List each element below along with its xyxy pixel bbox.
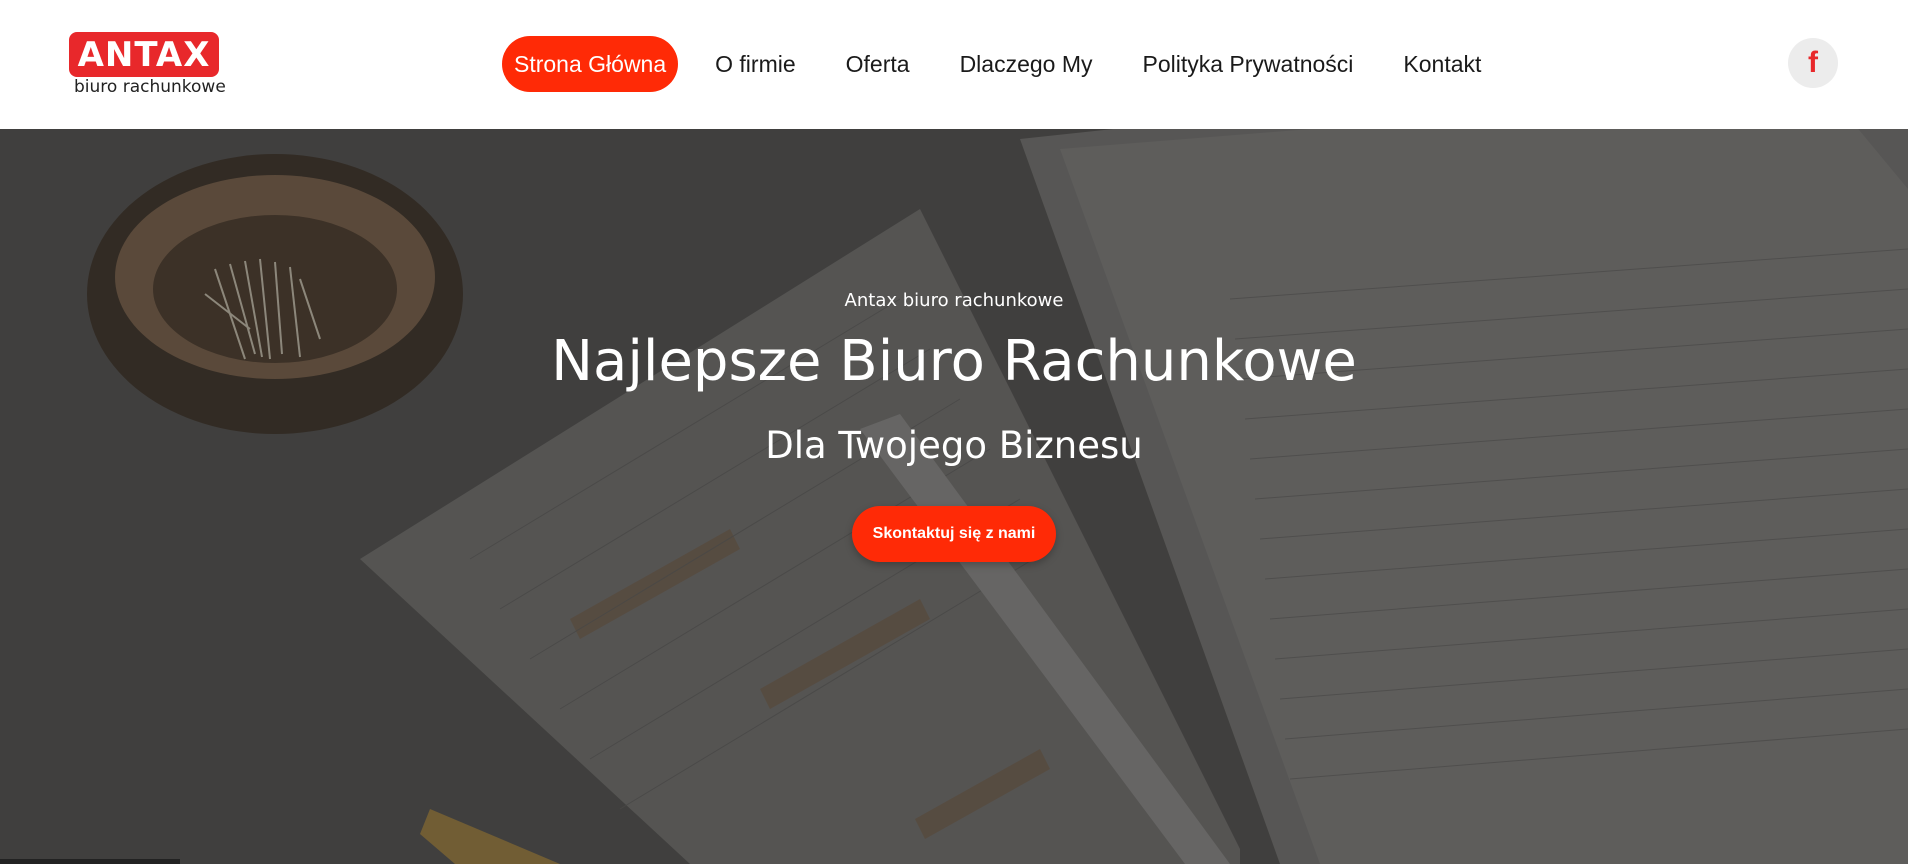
- site-header: ANTAX biuro rachunkowe Strona Główna O f…: [0, 0, 1908, 129]
- hero-eyebrow: Antax biuro rachunkowe: [844, 290, 1064, 311]
- nav-item-o-firmie[interactable]: O firmie: [690, 36, 821, 92]
- facebook-button[interactable]: f: [1788, 38, 1838, 88]
- facebook-icon: f: [1808, 46, 1818, 79]
- nav-item-oferta[interactable]: Oferta: [821, 36, 935, 92]
- logo-badge: ANTAX: [69, 32, 219, 77]
- hero-content: Antax biuro rachunkowe Najlepsze Biuro R…: [0, 129, 1908, 864]
- logo-brand: ANTAX: [77, 34, 211, 75]
- logo[interactable]: ANTAX biuro rachunkowe: [69, 32, 226, 98]
- nav-item-polityka-prywatnosci[interactable]: Polityka Prywatności: [1118, 36, 1379, 92]
- hero-title: Najlepsze Biuro Rachunkowe: [551, 329, 1357, 394]
- hero-subtitle: Dla Twojego Biznesu: [765, 424, 1143, 467]
- main-nav: Strona Główna O firmie Oferta Dlaczego M…: [502, 36, 1506, 92]
- logo-tagline: biuro rachunkowe: [74, 77, 226, 97]
- nav-item-strona-glowna[interactable]: Strona Główna: [502, 36, 679, 92]
- nav-item-kontakt[interactable]: Kontakt: [1378, 36, 1506, 92]
- contact-us-button[interactable]: Skontaktuj się z nami: [852, 506, 1056, 562]
- nav-item-dlaczego-my[interactable]: Dlaczego My: [935, 36, 1118, 92]
- hero-section: Antax biuro rachunkowe Najlepsze Biuro R…: [0, 129, 1908, 864]
